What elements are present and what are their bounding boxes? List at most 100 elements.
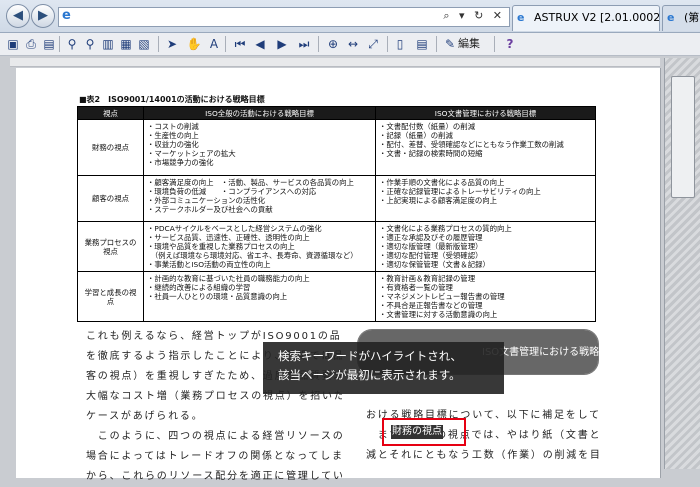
list-item: ・生産性の向上 <box>147 131 199 140</box>
list-item: ・適切な保管管理（文書＆記録） <box>379 260 490 269</box>
next-page-icon[interactable]: ▶ <box>274 36 290 52</box>
header-view: 視点 <box>77 106 144 120</box>
table-row: 顧客の視点 ・顧客満足度の向上 ・活動、製品、サービスの各品質の向上 ・環境負荷… <box>77 175 596 222</box>
table-row: 業務プロセスの視点 ・PDCAサイクルをベースとした経営システムの強化 ・サービ… <box>77 221 596 272</box>
list-item: ・文書化による業務プロセスの質的向上 <box>379 224 512 233</box>
help-icon[interactable]: ? <box>502 36 518 52</box>
page-icon[interactable]: ▥ <box>100 36 116 52</box>
edit-button-label[interactable]: 編集 <box>458 36 480 52</box>
forward-button[interactable]: ▶ <box>31 4 55 28</box>
list-item: ・記録（紙量）の削減 <box>379 131 453 140</box>
scroll-thumb[interactable] <box>671 76 695 198</box>
fit-page-icon[interactable]: ⤢ <box>365 36 381 52</box>
ruler <box>10 58 660 67</box>
header-doc: ISO文書管理における戦略目標 <box>375 106 596 120</box>
list-item: ・適切な版管理（最新版管理） <box>379 242 483 251</box>
row-iso: ・コストの削減 ・生産性の向上 ・収益力の強化 ・マーケットシェアの拡大 ・市場… <box>143 119 376 176</box>
table-row: 財務の視点 ・コストの削減 ・生産性の向上 ・収益力の強化 ・マーケットシェアの… <box>77 119 596 176</box>
list-item: ・市場競争力の強化 <box>147 158 214 167</box>
table-row: 学習と成長の視点 ・計画的な教育に基づいた社員の職務能力の向上 ・継続的改善によ… <box>77 271 596 322</box>
row-view: 業務プロセスの視点 <box>77 221 144 272</box>
zoom-in-icon[interactable]: ⊕ <box>325 36 341 52</box>
list-item: ・社員一人ひとりの環境・品質意識の向上 <box>147 292 288 301</box>
vertical-scrollbar[interactable] <box>664 58 700 469</box>
binoculars-icon[interactable]: ⚲ <box>64 36 80 52</box>
address-bar[interactable]: e ⌕ ▾ ↻ ✕ <box>58 7 510 27</box>
document-icon[interactable]: ▯ <box>392 36 408 52</box>
table-caption: ■表2 ISO9001/14001の活動における戦略目標 <box>79 95 265 104</box>
row-doc: ・作業手順の文書化による品質の向上 ・正確な記録管理によるトレーサビリティの向上… <box>375 175 596 222</box>
back-button[interactable]: ◀ <box>6 4 30 28</box>
list-item: ・環境負荷の低減 ・コンプライアンスへの対応 <box>147 187 317 196</box>
list-item: ・ステークホルダー及び社会への貢献 <box>147 205 273 214</box>
list-item: （例えば環境なら環境対応、省エネ、長寿命、資源循環など） <box>147 251 358 260</box>
properties-icon[interactable]: ▤ <box>414 36 430 52</box>
hand-icon[interactable]: ✋ <box>186 36 202 52</box>
text-line: ケースがあげられる。 <box>86 411 204 422</box>
list-item: ・収益力の強化 <box>147 140 199 149</box>
list-item: ・文書・記録の検索時間の短縮 <box>379 149 483 158</box>
list-item: ・継続的改善による組織の学習 <box>147 283 251 292</box>
row-view: 顧客の視点 <box>77 175 144 222</box>
row-iso: ・PDCAサイクルをベースとした経営システムの強化 ・サービス品質、迅速性、正確… <box>143 221 376 272</box>
arrow-left-icon: ◀ <box>13 8 23 23</box>
arrow-right-icon: ▶ <box>38 8 48 23</box>
list-item: ・文書管理に対する活動意識の向上 <box>379 310 498 319</box>
header-iso: ISO全般の活動における戦略目標 <box>143 106 376 120</box>
highlighted-keyword[interactable]: 財務の視点 <box>391 425 443 439</box>
list-item: ・PDCAサイクルをベースとした経営システムの強化 <box>147 224 322 233</box>
list-item: ・有資格者一覧の管理 <box>379 283 453 292</box>
row-iso: ・顧客満足度の向上 ・活動、製品、サービスの各品質の向上 ・環境負荷の低減 ・コ… <box>143 175 376 222</box>
print-icon[interactable]: ⎙ <box>23 36 39 52</box>
page-alt-icon[interactable]: ▦ <box>118 36 134 52</box>
list-item: ・計画的な教育に基づいた社員の職務能力の向上 <box>147 274 310 283</box>
tab-label: ASTRUX V2 [2.01.0002.1] <box>534 11 660 24</box>
save-icon[interactable]: ▣ <box>5 36 21 52</box>
tab-second[interactable]: e (第16 <box>662 5 700 31</box>
text-line: 減とそれにともなう工数（作業）の削減を目標とするの <box>366 450 600 461</box>
callout-line: 検索キーワードがハイライトされ、 <box>278 349 462 363</box>
edit-icon[interactable]: ✎ <box>442 36 458 52</box>
ie-icon: e <box>667 11 675 24</box>
list-item: ・教育計画＆教育記録の管理 <box>379 274 476 283</box>
first-page-icon[interactable]: ⏮ <box>232 36 248 52</box>
list-item: ・顧客満足度の向上 ・活動、製品、サービスの各品質の向上 <box>147 178 354 187</box>
list-item: ・配付、差替、受領確認などにともなう作業工数の削減 <box>379 140 564 149</box>
list-item: ・事業活動とISO活動の両立性の向上 <box>147 260 271 269</box>
row-doc: ・文書化による業務プロセスの質的向上 ・適正な承認及びその履歴管理 ・適切な版管… <box>375 221 596 272</box>
row-doc: ・文書配付数（紙量）の削減 ・記録（紙量）の削減 ・配付、差替、受領確認などにと… <box>375 119 596 176</box>
list-item: ・環境や品質を重視した業務プロセスの向上 <box>147 242 295 251</box>
tab-label: (第16 <box>684 11 700 24</box>
list-item: ・不具合是正報告書などの管理 <box>379 301 483 310</box>
text-line: 場合によってはトレードオフの関係となってしまうこと <box>86 451 342 462</box>
list-item: ・適正な承認及びその履歴管理 <box>379 233 483 242</box>
callout-text: 検索キーワードがハイライトされ、 該当ページが最初に表示されます。 <box>278 347 462 385</box>
select-arrow-icon[interactable]: ➤ <box>164 36 180 52</box>
callout-line: 該当ページが最初に表示されます。 <box>278 368 461 382</box>
ie-icon: e <box>62 8 71 23</box>
address-controls[interactable]: ⌕ ▾ ↻ ✕ <box>443 9 505 23</box>
list-item: ・文書配付数（紙量）の削減 <box>379 122 476 131</box>
list-item: ・正確な記録管理によるトレーサビリティの向上 <box>379 187 541 196</box>
list-item: ・適切な配付管理（受領確認） <box>379 251 483 260</box>
prev-page-icon[interactable]: ◀ <box>252 36 268 52</box>
row-iso: ・計画的な教育に基づいた社員の職務能力の向上 ・継続的改善による組織の学習 ・社… <box>143 271 376 322</box>
list-item: ・マーケットシェアの拡大 <box>147 149 236 158</box>
tab-astrux[interactable]: e ASTRUX V2 [2.01.0002.1] <box>512 5 660 31</box>
row-doc: ・教育計画＆教育記録の管理 ・有資格者一覧の管理 ・マネジメントレビュー報告書の… <box>375 271 596 322</box>
find-icon[interactable]: ▤ <box>41 36 57 52</box>
list-item: ・作業手順の文書化による品質の向上 <box>379 178 505 187</box>
page-icon[interactable]: ▧ <box>136 36 152 52</box>
list-item: ・上記実現による顧客満足度の向上 <box>379 196 498 205</box>
last-page-icon[interactable]: ⏭ <box>296 36 312 52</box>
viewer-toolbar: ▣ ⎙ ▤ ⚲ ⚲ ▥ ▦ ▧ ➤ ✋ A ⏮ ◀ ▶ ⏭ ⊕ ↔ ⤢ ▯ ▤ … <box>0 33 700 56</box>
fit-width-icon[interactable]: ↔ <box>345 36 361 52</box>
list-item: ・マネジメントレビュー報告書の管理 <box>379 292 505 301</box>
binoculars-next-icon[interactable]: ⚲ <box>82 36 98 52</box>
text-line: このように、四つの視点による経営リソースの配分は、 <box>97 431 342 442</box>
ie-icon: e <box>517 11 525 24</box>
list-item: ・外部コミュニケーションの活性化 <box>147 196 266 205</box>
text-select-icon[interactable]: A <box>206 36 222 52</box>
row-view: 学習と成長の視点 <box>77 271 144 322</box>
strategy-table: 視点 ISO全般の活動における戦略目標 ISO文書管理における戦略目標 財務の視… <box>77 106 596 322</box>
